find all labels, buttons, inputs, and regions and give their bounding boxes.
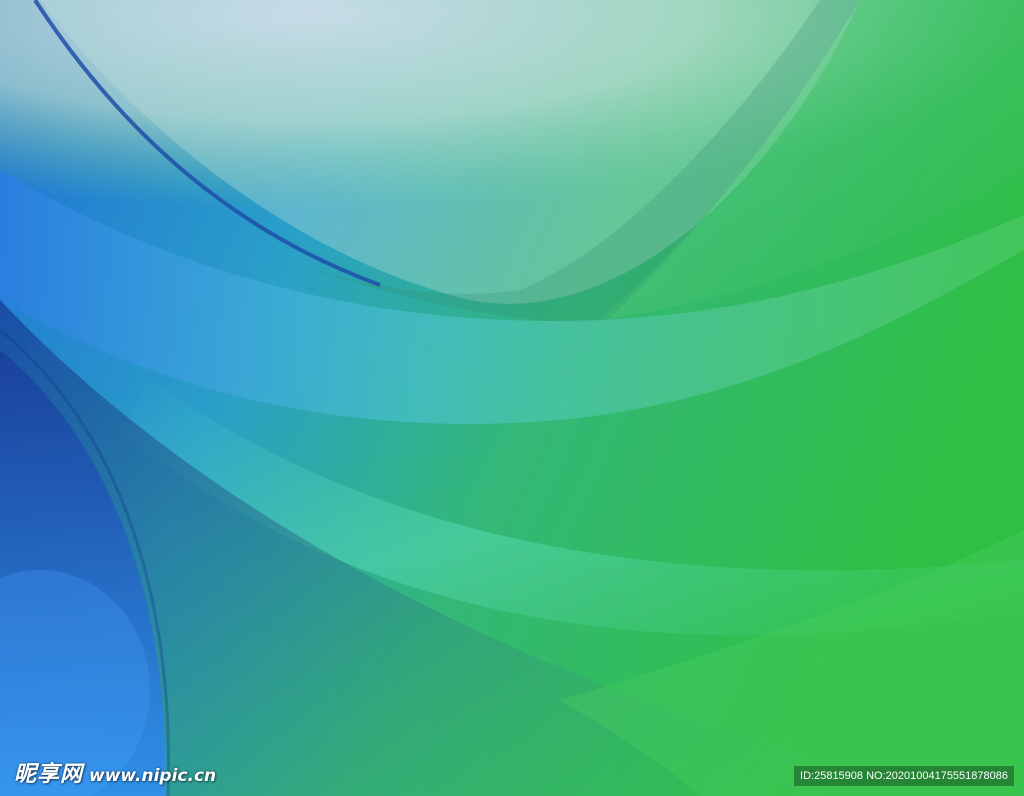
watermark-id-badge: ID:25815908 NO:20201004175551878086 [794, 766, 1014, 786]
watermark-site: www.nipic.cn [89, 766, 217, 786]
watermark-logo: 昵享网 www.nipic.cn [14, 756, 216, 788]
abstract-wave-background [0, 0, 1024, 796]
wallpaper: 昵享网 www.nipic.cn ID:25815908 NO:20201004… [0, 0, 1024, 796]
watermark-brand: 昵享网 [14, 762, 84, 787]
